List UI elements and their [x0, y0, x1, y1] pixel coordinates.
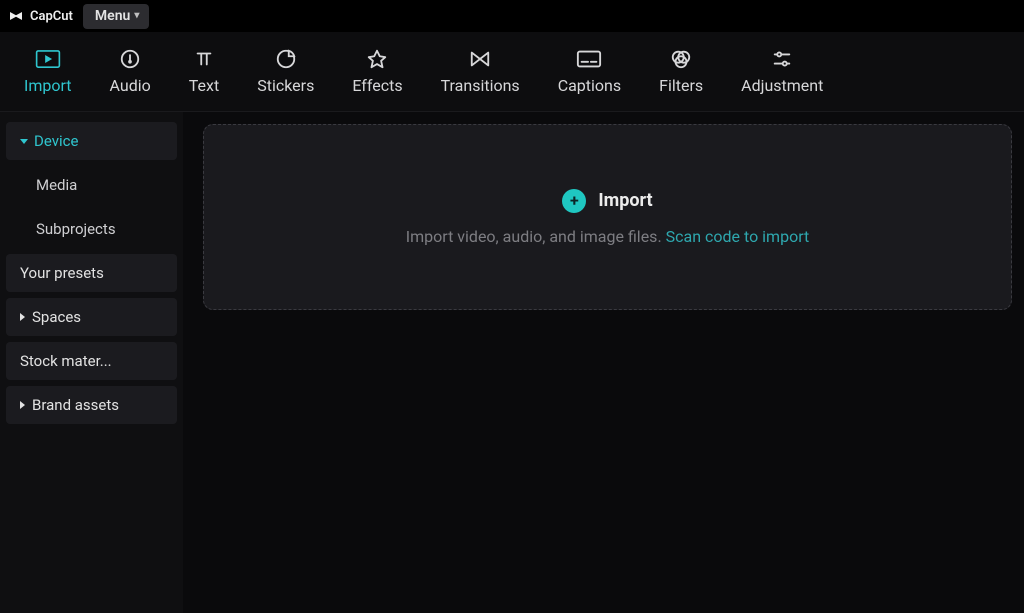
- nav-transitions[interactable]: Transitions: [439, 42, 522, 101]
- import-icon: [35, 48, 61, 70]
- stickers-icon: [273, 48, 299, 70]
- nav-import[interactable]: Import: [22, 42, 74, 101]
- sidebar-item-label: Your presets: [20, 264, 104, 282]
- sidebar-item-stock-materials[interactable]: Stock mater...: [6, 342, 177, 380]
- sidebar-item-label: Media: [36, 176, 77, 194]
- sidebar-item-label: Brand assets: [32, 396, 119, 414]
- chevron-down-icon: [20, 139, 28, 145]
- nav-audio[interactable]: Audio: [108, 42, 153, 101]
- top-nav: Import Audio Text Stickers: [0, 32, 1024, 112]
- nav-label: Text: [189, 76, 219, 95]
- plus-icon: +: [562, 189, 586, 213]
- adjustment-icon: [769, 48, 795, 70]
- menu-button[interactable]: Menu ▾: [83, 4, 149, 29]
- sidebar-item-label: Subprojects: [36, 220, 116, 238]
- effects-icon: [364, 48, 390, 70]
- nav-label: Captions: [558, 76, 621, 95]
- menu-button-label: Menu: [95, 8, 130, 24]
- sidebar-item-spaces[interactable]: Spaces: [6, 298, 177, 336]
- nav-stickers[interactable]: Stickers: [255, 42, 316, 101]
- nav-label: Filters: [659, 76, 703, 95]
- capcut-logo-icon: [8, 8, 24, 24]
- import-dropzone[interactable]: + Import Import video, audio, and image …: [203, 124, 1012, 310]
- app-name: CapCut: [30, 9, 73, 24]
- sidebar-item-label: Spaces: [32, 308, 81, 326]
- nav-adjustment[interactable]: Adjustment: [739, 42, 825, 101]
- audio-icon: [117, 48, 143, 70]
- dropzone-header: + Import: [562, 189, 652, 213]
- nav-label: Effects: [352, 76, 402, 95]
- filters-icon: [668, 48, 694, 70]
- chevron-right-icon: [20, 401, 26, 409]
- nav-captions[interactable]: Captions: [556, 42, 623, 101]
- nav-filters[interactable]: Filters: [657, 42, 705, 101]
- sidebar-item-media[interactable]: Media: [6, 166, 177, 204]
- sidebar-item-label: Device: [34, 132, 78, 150]
- chevron-right-icon: [20, 313, 26, 321]
- dropzone-title: Import: [598, 190, 652, 211]
- nav-label: Audio: [110, 76, 151, 95]
- dropzone-subtitle: Import video, audio, and image files. Sc…: [406, 227, 809, 246]
- sidebar-item-subprojects[interactable]: Subprojects: [6, 210, 177, 248]
- transitions-icon: [467, 48, 493, 70]
- title-bar: CapCut Menu ▾: [0, 0, 1024, 32]
- nav-label: Transitions: [441, 76, 520, 95]
- sidebar-item-device[interactable]: Device: [6, 122, 177, 160]
- nav-label: Stickers: [257, 76, 314, 95]
- body: Device Media Subprojects Your presets Sp…: [0, 112, 1024, 613]
- sidebar-item-brand-assets[interactable]: Brand assets: [6, 386, 177, 424]
- sidebar: Device Media Subprojects Your presets Sp…: [0, 112, 183, 613]
- nav-label: Adjustment: [741, 76, 823, 95]
- dropzone-subtitle-text: Import video, audio, and image files.: [406, 227, 666, 246]
- nav-text[interactable]: Text: [187, 42, 221, 101]
- scan-code-link[interactable]: Scan code to import: [666, 227, 810, 246]
- chevron-down-icon: ▾: [134, 10, 139, 21]
- nav-label: Import: [24, 76, 72, 95]
- nav-effects[interactable]: Effects: [350, 42, 404, 101]
- sidebar-item-your-presets[interactable]: Your presets: [6, 254, 177, 292]
- sidebar-item-label: Stock mater...: [20, 352, 112, 370]
- captions-icon: [576, 48, 602, 70]
- main-content: + Import Import video, audio, and image …: [183, 112, 1024, 613]
- app-logo: CapCut: [8, 8, 73, 24]
- text-icon: [191, 48, 217, 70]
